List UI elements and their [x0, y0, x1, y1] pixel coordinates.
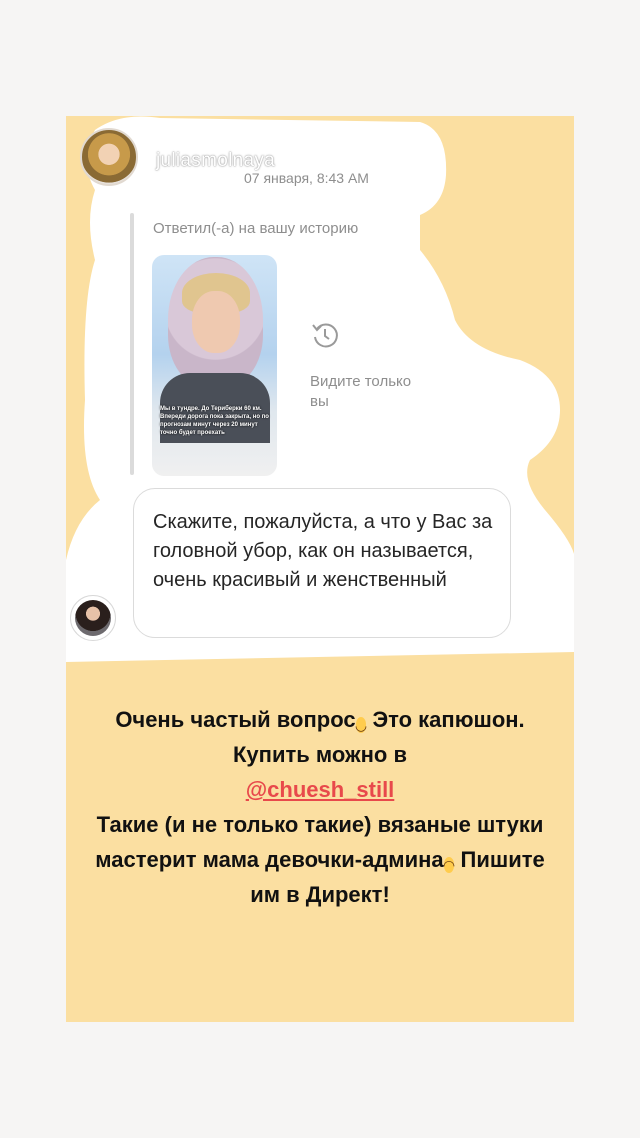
username[interactable]: juliasmolnaya — [156, 150, 275, 172]
story-caption: Мы в тундре. До Териберки 60 км. Впереди… — [160, 406, 269, 436]
visibility-note: Видите только вы — [310, 373, 412, 410]
history-icon — [312, 323, 338, 348]
sender-avatar[interactable] — [70, 595, 116, 641]
caption-line1a: Очень частый вопрос — [115, 707, 356, 732]
story-thumbnail[interactable]: Мы в тундре. До Териберки 60 км. Впереди… — [152, 255, 277, 476]
message-text: Скажите, пожалуйста, а что у Вас за голо… — [153, 511, 493, 591]
reply-indicator-bar — [130, 213, 134, 475]
smiling-face-emoji-icon: ◠ — [443, 857, 455, 873]
timestamp: 07 января, 8:43 AM — [244, 170, 369, 186]
mention-link[interactable]: @chuesh_still — [246, 777, 395, 802]
story-caption-text: Очень частый вопрос◡ Это капюшон. Купить… — [86, 702, 554, 912]
avatar[interactable] — [80, 128, 138, 186]
grinning-face-emoji-icon: ◡ — [355, 717, 367, 733]
face-shape — [192, 291, 240, 353]
reply-label: Ответил(-а) на вашу историю — [153, 220, 359, 237]
